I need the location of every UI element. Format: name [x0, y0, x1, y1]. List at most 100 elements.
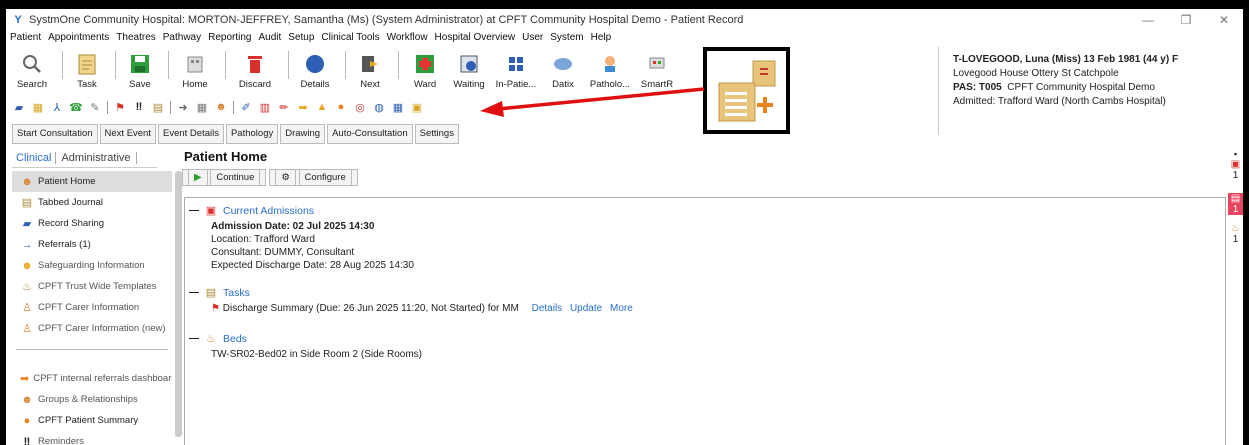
menu-system[interactable]: System	[550, 32, 583, 48]
forward-arrow-icon[interactable]: ➜	[176, 101, 190, 114]
nav-scrollbar[interactable]	[175, 171, 182, 437]
event-details-button[interactable]: Event Details	[157, 124, 224, 144]
menu-pathway[interactable]: Pathway	[163, 32, 201, 48]
auto-consultation-tab[interactable]: Auto-Consultation	[327, 124, 413, 144]
nav-reminders[interactable]: ‼ Reminders	[12, 431, 172, 445]
alert-flag-icon[interactable]: ⚑	[113, 101, 127, 114]
tasks-count: 1	[1228, 204, 1243, 215]
phone-icon[interactable]: ☎	[69, 101, 83, 114]
collapse-toggle[interactable]: —	[189, 287, 199, 298]
panel-toggle-icon[interactable]: ▪	[1228, 149, 1243, 159]
warning-triangle-icon[interactable]: ▲	[315, 101, 329, 113]
nav-patient-home[interactable]: ☻ Patient Home	[12, 171, 172, 192]
record-sharing-icon: ▰	[22, 218, 32, 230]
arrow-right-icon: →	[21, 238, 33, 251]
menu-user[interactable]: User	[522, 32, 543, 48]
task-button[interactable]: Task	[69, 51, 105, 90]
nav-patient-summary[interactable]: ● CPFT Patient Summary	[12, 410, 172, 431]
target-icon[interactable]: ◎	[353, 101, 367, 114]
datix-small-icon[interactable]: ◍	[372, 101, 386, 114]
admission-consultant: Consultant: DUMMY, Consultant	[211, 247, 355, 258]
app-window: Y SystmOne Community Hospital: MORTON-JE…	[6, 9, 1243, 445]
right-arrow-icon[interactable]: ➡	[296, 101, 310, 114]
section-title[interactable]: Tasks	[223, 287, 250, 299]
beds-count: 1	[1232, 234, 1239, 245]
beds-count-icon[interactable]: ♨	[1228, 223, 1243, 234]
toolbar-separator	[168, 51, 169, 79]
orange-circle-icon[interactable]: ●	[334, 101, 348, 113]
next-event-button[interactable]: Next Event	[99, 124, 156, 144]
window-title: SystmOne Community Hospital: MORTON-JEFF…	[29, 14, 744, 26]
edit-pen-icon[interactable]: ✎	[88, 101, 102, 114]
admissions-icon: ▣	[205, 205, 217, 217]
tasks-icon: ▤	[205, 287, 217, 299]
menu-workflow[interactable]: Workflow	[387, 32, 428, 48]
search-button[interactable]: Search	[12, 51, 52, 90]
nav-safeguarding[interactable]: ☻ Safeguarding Information	[12, 255, 172, 276]
document-icon[interactable]: ▤	[151, 101, 165, 114]
tasks-section: — ▤ Tasks ⚑ Discharge Summary (Due: 26 J…	[189, 286, 633, 315]
task-details-link[interactable]: Details	[532, 303, 563, 314]
task-update-link[interactable]: Update	[570, 303, 602, 314]
configure-button[interactable]: ⚙ Configure	[269, 169, 358, 186]
discard-button[interactable]: Discard	[232, 51, 278, 90]
person-icon[interactable]: ☻	[214, 101, 228, 113]
discharge-summary-icon[interactable]: ▣	[410, 101, 424, 114]
nav-referrals[interactable]: → Referrals (1)	[12, 234, 172, 255]
grid-icon[interactable]: ▦	[31, 101, 45, 114]
drawing-tab[interactable]: Drawing	[280, 124, 326, 144]
details-button[interactable]: Details	[295, 51, 335, 90]
nav-carer-info-new[interactable]: ♙ CPFT Carer Information (new)	[12, 318, 172, 339]
inpatients-small-icon[interactable]: ▦	[391, 101, 405, 114]
nav-carer-info[interactable]: ♙ CPFT Carer Information	[12, 297, 172, 318]
restore-button[interactable]: ❐	[1167, 9, 1205, 31]
tab-administrative[interactable]: Administrative	[56, 152, 137, 164]
ward-button[interactable]: Ward	[405, 51, 445, 90]
continue-button[interactable]: ▶ Continue	[182, 169, 267, 186]
exclamation-icon[interactable]: ‼	[132, 101, 146, 113]
ward-icon	[412, 51, 438, 77]
next-button[interactable]: Next	[352, 51, 388, 90]
separator	[170, 100, 171, 114]
patient-banner: T-LOVEGOOD, Luna (Miss) 13 Feb 1981 (44 …	[938, 47, 1243, 135]
nav-trust-templates[interactable]: ♨ CPFT Trust Wide Templates	[12, 276, 172, 297]
toolbar-separator	[288, 51, 289, 79]
grey-grid-icon[interactable]: ▦	[195, 101, 209, 114]
collapse-toggle[interactable]: —	[189, 333, 199, 344]
menu-reporting[interactable]: Reporting	[208, 32, 251, 48]
secondary-icon-toolbar: ▰ ▦ ⅄ ☎ ✎ ⚑ ‼ ▤ ➜ ▦ ☻ ✐ ▥ ✏ ➡ ▲ ● ◎ ◍ ▦ …	[12, 99, 424, 115]
pencil-icon[interactable]: ✏	[277, 101, 291, 114]
minimize-button[interactable]: —	[1129, 9, 1167, 31]
menu-patient[interactable]: Patient	[10, 32, 41, 48]
bed-icon: ♨	[206, 333, 216, 345]
nav-record-sharing[interactable]: ▰ Record Sharing	[12, 213, 172, 234]
home-button[interactable]: Home	[175, 51, 215, 90]
menu-hospital-overview[interactable]: Hospital Overview	[435, 32, 516, 48]
menu-clinical-tools[interactable]: Clinical Tools	[321, 32, 379, 48]
menu-setup[interactable]: Setup	[288, 32, 314, 48]
collapse-toggle[interactable]: —	[189, 205, 199, 216]
nav-internal-referrals[interactable]: ➡ CPFT internal referrals dashboard	[12, 368, 172, 389]
pathology-tab[interactable]: Pathology	[225, 124, 279, 144]
menu-theatres[interactable]: Theatres	[116, 32, 155, 48]
settings-tab[interactable]: Settings	[414, 124, 459, 144]
bars-icon[interactable]: ▥	[258, 101, 272, 114]
syringe-icon[interactable]: ✐	[239, 101, 253, 114]
tree-icon[interactable]: ⅄	[50, 101, 64, 114]
menu-audit[interactable]: Audit	[258, 32, 281, 48]
section-title[interactable]: Beds	[223, 333, 247, 345]
start-consultation-button[interactable]: Start Consultation	[12, 124, 98, 144]
nav-tabbed-journal[interactable]: ▤ Tabbed Journal	[12, 192, 172, 213]
tab-clinical[interactable]: Clinical	[12, 152, 57, 164]
admissions-count-icon[interactable]: ▣	[1228, 159, 1243, 170]
save-button[interactable]: Save	[122, 51, 158, 90]
tasks-count-icon[interactable]: ▤	[1228, 193, 1243, 204]
close-button[interactable]: ✕	[1205, 9, 1243, 31]
task-more-link[interactable]: More	[610, 303, 633, 314]
section-title[interactable]: Current Admissions	[223, 205, 314, 217]
menu-help[interactable]: Help	[591, 32, 612, 48]
main-panel: Patient Home ▶ Continue ⚙ Configure — ▣ …	[182, 149, 1226, 445]
record-sharing-icon[interactable]: ▰	[12, 101, 26, 114]
menu-appointments[interactable]: Appointments	[48, 32, 109, 48]
nav-groups[interactable]: ☻ Groups & Relationships	[12, 389, 172, 410]
